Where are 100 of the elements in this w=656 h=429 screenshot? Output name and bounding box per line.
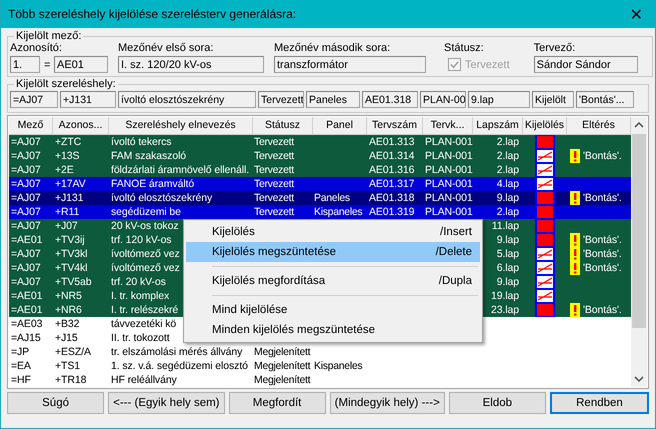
id-cell: +J15 [55,331,78,345]
id-cell: +TV5ab [55,275,92,289]
name-cell: I. tr. komplex [111,289,170,303]
name-cell: ívoltó elosztószekrény [111,191,212,205]
name-cell: ívoltó tekercs [111,135,172,149]
status-cell: Megjelenített [254,373,310,387]
field-cell: =AJ07 [11,149,41,163]
field-cell: =AJ07 [11,261,41,275]
name-cell: ívoltómező vez [111,261,180,275]
plan-code-cell: PLAN-001 [425,205,473,219]
id-cell: +B32 [55,317,80,331]
status-cell: Tervezett [254,205,294,219]
status-label: Státusz: [444,42,485,54]
field-cell: =AJ07 [11,163,41,177]
plan-number-cell: AE01.313 [369,135,414,149]
id-cell: +R11 [55,205,80,219]
page-cell: 2.lap [496,163,519,177]
name-label: Mezőnév első sora: [118,42,214,54]
deviation-cell: 'Bontás'. [583,233,622,247]
id-cell: +TR18 [55,373,86,387]
id-cell: +NR5 [55,289,82,303]
name-cell: 1. sz. v.á. segédüzemi elosztó [111,359,248,373]
plan-number-cell: AE01.318 [369,191,414,205]
field-cell: =AJ07 [11,275,41,289]
field-cell: =AJ07 [11,219,41,233]
status-cell: Tervezett [254,177,294,191]
id-cell: +NR6 [55,303,82,317]
plan-code-cell: PLAN-001 [425,149,473,163]
field-cell: =AJ07 [11,247,41,261]
page-cell: 6.lap [496,261,519,275]
field-cell: =AJ07 [11,177,41,191]
plan-number-cell: AE01.314 [369,149,414,163]
page-cell: 9.lap [496,233,519,247]
name-cell: FAM szakaszoló [111,149,186,163]
plan-number-cell: AE01.317 [369,177,414,191]
panel-cell: Paneles [314,191,350,205]
page-cell: 19.lap [490,289,519,303]
page-cell: 11.lap [492,219,519,233]
menu-item-label: Mind kijelölése [212,303,288,318]
id-cell: +TV4kl [55,261,88,275]
plan-code-cell: PLAN-001 [425,177,473,191]
shortcut-label: /Delete [436,245,472,260]
id-cell: +ZTC [55,135,82,149]
id-cell: +J131 [55,191,84,205]
deviation-cell: 'Bontás'. [583,303,622,317]
name-cell: segédüzemi be [111,205,181,219]
name-cell: FANOE áramváltó [111,177,194,191]
plan-number-cell: AE01.316 [369,163,414,177]
deviation-cell: 'Bontás'. [583,191,622,205]
status-cell: Megjelenített [254,359,310,373]
page-cell: 23.lap [490,303,519,317]
designer-label: Tervező: [534,42,576,54]
id-cell: +TS1 [55,359,80,373]
shortcut-label: /Dupla [438,274,472,289]
field-cell: =AE01 [11,303,42,317]
menu-item-label: Minden kijelölés megszüntetése [212,323,376,338]
menu-item-label: Kijelölés [212,225,255,240]
name-cell: II. tr. tokozott [111,331,170,345]
panel-cell: Kispaneles [314,205,362,219]
deviation-cell: 'Bontás'. [583,149,622,163]
name-cell: távvezetéki kö [111,317,176,331]
id-cell: +ESZ/A [55,345,91,359]
page-cell: 9.lap [496,191,519,205]
name-cell: I. tr. relészekré [111,303,178,317]
field-cell: =AE03 [11,317,42,331]
page-cell: 2.lap [496,135,519,149]
field-cell: =AE01 [11,289,42,303]
plan-number-cell: AE01.319 [369,205,414,219]
name-cell: HF reléállvány [111,373,177,387]
id-cell: +2E [55,163,74,177]
field-cell: =AJ15 [11,331,41,345]
status-cell: Megjelenített [254,345,310,359]
shortcut-label: /Insert [440,225,472,240]
name-label: Mezőnév második sora: [274,42,392,54]
deviation-cell: 'Bontás'. [583,261,622,275]
panel-cell: Kispaneles [314,359,362,373]
field-cell: =JP [11,345,30,359]
page-cell: 9.lap [496,275,519,289]
field-cell: =AE01 [11,233,42,247]
field-cell: =HF [11,373,31,387]
status-cell: Tervezett [254,135,294,149]
plan-code-cell: PLAN-001 [425,135,473,149]
id-cell: +J07 [55,219,78,233]
page-cell: 2.lap [496,149,519,163]
menu-item-label: Kijelölés megszüntetése [212,245,336,260]
field-cell: =AJ07 [11,135,41,149]
equals-sign: = [44,58,50,70]
field-cell: =AJ07 [11,205,41,219]
id-cell: +TV3kl [55,247,88,261]
id-cell: +13S [55,149,80,163]
name-cell: trf. 120 kV-os [111,233,172,247]
field-cell: =AJ07 [11,191,41,205]
plan-code-cell: PLAN-001 [425,163,473,177]
page-cell: 5.lap [496,247,519,261]
deviation-cell: 'Bontás'. [583,247,622,261]
status-cell: Tervezett [254,163,294,177]
status-cell: Tervezett [254,149,294,163]
name-cell: 20 kV-os tokoz [111,219,178,233]
menu-item-label: Kijelölés megfordítása [212,274,326,289]
name-cell: földzárlati áramnövelő ellenáll. [111,163,250,177]
